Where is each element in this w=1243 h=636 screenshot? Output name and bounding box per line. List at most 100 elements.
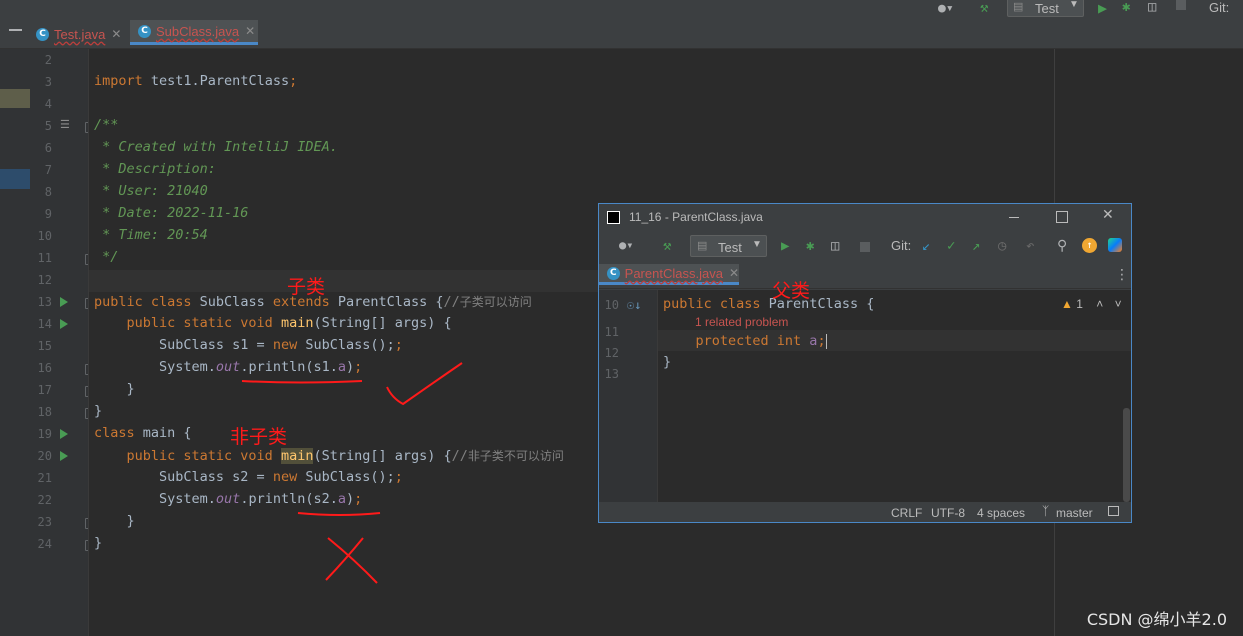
text-caret bbox=[825, 333, 827, 349]
parent-name: ParentClass { bbox=[329, 294, 444, 310]
tool-window-strip bbox=[0, 49, 30, 636]
close-icon[interactable]: ✕ bbox=[245, 24, 255, 38]
doc-comment-line: */ bbox=[94, 249, 119, 265]
doc-comment-line: /** bbox=[94, 117, 119, 133]
maximize-icon[interactable] bbox=[1056, 211, 1068, 223]
keyword: new bbox=[272, 469, 298, 485]
scrollbar[interactable] bbox=[1123, 408, 1130, 502]
tab-subclass-java[interactable]: C SubClass.java ✕ bbox=[130, 20, 258, 45]
git-update-icon[interactable]: ↙ bbox=[922, 238, 930, 254]
java-class-icon: C bbox=[138, 24, 151, 38]
chevron-down-icon: ▼ bbox=[752, 239, 762, 250]
strip-selection bbox=[0, 169, 30, 189]
annotation-subclass: 子类 bbox=[287, 276, 326, 298]
code-line: protected int a; bbox=[663, 333, 827, 349]
minimize-icon[interactable] bbox=[1009, 217, 1019, 218]
keyword: protected int bbox=[663, 333, 802, 349]
main-toolbar: ●▾ ⚒ ▤ Test ▼ ▶ ✱ ◫ Git: bbox=[0, 0, 1243, 20]
doc-render-icon[interactable]: ☰ bbox=[60, 118, 70, 131]
doc-comment-line: * Date: 2022-11-16 bbox=[94, 205, 249, 221]
line-number: 4 bbox=[44, 97, 52, 111]
run-gutter-icon[interactable] bbox=[60, 451, 68, 461]
problems-indicator[interactable]: ▲ 1 ˄ ˅ bbox=[1061, 297, 1122, 311]
semicolon: ; bbox=[394, 337, 403, 353]
update-icon[interactable]: ↑ bbox=[1082, 238, 1097, 253]
line-number: 8 bbox=[44, 185, 52, 199]
git-commit-icon[interactable]: ✓ bbox=[947, 238, 955, 254]
line-number: 10 bbox=[37, 229, 52, 243]
run-config-select[interactable]: ▤ Test ▼ bbox=[690, 235, 767, 257]
method-args: (String[] args) { bbox=[313, 315, 452, 331]
coverage-icon[interactable]: ◫ bbox=[1148, 0, 1156, 15]
code-line: SubClass s2 = new SubClass();; bbox=[94, 469, 403, 485]
window-code-editor[interactable]: public class ParentClass { 1 related pro… bbox=[658, 290, 1131, 502]
tab-parentclass-java[interactable]: C ParentClass.java ✕ bbox=[599, 264, 739, 285]
tab-list-icon[interactable] bbox=[9, 29, 22, 31]
lock-icon[interactable] bbox=[1108, 506, 1119, 516]
chevron-down-icon: ▼ bbox=[1069, 0, 1079, 10]
editor-gutter: 2 3 4 5 ☰ 6 7 8 9 10 11 12 13 14 15 16 17 18 19 20 21 22 23 24 bbox=[30, 49, 95, 636]
stop-icon[interactable] bbox=[1176, 0, 1186, 10]
code-text: .println( bbox=[240, 359, 314, 375]
run-config-icon: ▤ bbox=[697, 240, 708, 252]
user-icon[interactable]: ●▾ bbox=[938, 1, 954, 16]
build-hammer-icon[interactable]: ⚒ bbox=[663, 238, 671, 254]
related-problem[interactable]: 1 related problem bbox=[695, 315, 788, 329]
run-config-icon: ▤ bbox=[1013, 1, 1024, 13]
window-title-bar[interactable]: 11_16 - ParentClass.java ✕ bbox=[599, 204, 1131, 230]
close-icon[interactable]: ✕ bbox=[111, 27, 121, 41]
user-icon[interactable]: ●▾ bbox=[619, 238, 633, 252]
git-branch[interactable]: master bbox=[1056, 506, 1093, 520]
static-field: out bbox=[215, 491, 241, 507]
doc-comment-line: * Time: 20:54 bbox=[94, 227, 208, 243]
line-separator[interactable]: CRLF bbox=[891, 506, 922, 520]
search-icon[interactable]: ⚲ bbox=[1057, 238, 1067, 254]
line-number: 13 bbox=[604, 367, 619, 381]
parentclass-window[interactable]: 11_16 - ParentClass.java ✕ ●▾ ⚒ ▤ Test ▼… bbox=[598, 203, 1132, 523]
run-icon[interactable]: ▶ bbox=[781, 238, 789, 254]
encoding[interactable]: UTF-8 bbox=[931, 506, 965, 520]
window-title: 11_16 - ParentClass.java bbox=[629, 210, 763, 224]
status-bar: CRLF UTF-8 4 spaces ᛉ master bbox=[599, 502, 1131, 522]
code-line: } bbox=[94, 513, 135, 529]
chevron-down-icon[interactable]: ˅ bbox=[1115, 297, 1122, 311]
git-push-icon[interactable]: ↗ bbox=[972, 238, 980, 254]
run-config-select[interactable]: ▤ Test ▼ bbox=[1007, 0, 1084, 17]
code-line: System.out.println(s1.a); bbox=[94, 359, 362, 375]
run-gutter-icon[interactable] bbox=[60, 297, 68, 307]
line-number: 18 bbox=[37, 405, 52, 419]
jetbrains-toolbox-icon[interactable] bbox=[1108, 238, 1122, 252]
debug-icon[interactable]: ✱ bbox=[1122, 0, 1130, 15]
stop-icon[interactable] bbox=[860, 242, 870, 252]
coverage-icon[interactable]: ◫ bbox=[831, 238, 839, 254]
window-gutter: ☉↓ 10 11 12 13 bbox=[599, 290, 657, 502]
line-number: 11 bbox=[604, 325, 619, 339]
run-gutter-icon[interactable] bbox=[60, 319, 68, 329]
close-icon[interactable]: ✕ bbox=[729, 266, 739, 280]
code-text: s2. bbox=[313, 491, 338, 507]
run-icon[interactable]: ▶ bbox=[1098, 0, 1107, 17]
code-text: SubClass(); bbox=[297, 337, 395, 353]
rollback-icon[interactable]: ↶ bbox=[1026, 238, 1034, 254]
run-config-label: Test bbox=[718, 240, 742, 255]
chevron-up-icon[interactable]: ˄ bbox=[1096, 297, 1103, 311]
run-gutter-icon[interactable] bbox=[60, 429, 68, 439]
close-window-icon[interactable]: ✕ bbox=[1102, 207, 1114, 223]
indent-setting[interactable]: 4 spaces bbox=[977, 506, 1025, 520]
comment-text: 子类可以访问 bbox=[459, 295, 532, 309]
implemented-icon[interactable]: ☉↓ bbox=[627, 298, 641, 312]
doc-comment-line: * Created with IntelliJ IDEA. bbox=[94, 139, 338, 155]
history-icon[interactable]: ◷ bbox=[998, 238, 1006, 254]
debug-icon[interactable]: ✱ bbox=[806, 238, 814, 254]
semicolon: ; bbox=[394, 469, 403, 485]
more-options-icon[interactable]: ⋮ bbox=[1115, 267, 1129, 283]
tab-label: ParentClass.java bbox=[624, 265, 723, 281]
tab-test-java[interactable]: C Test.java ✕ bbox=[36, 20, 128, 48]
build-hammer-icon[interactable]: ⚒ bbox=[980, 0, 988, 16]
method-args: (String[] args) { bbox=[313, 448, 452, 464]
intellij-logo-icon bbox=[607, 211, 620, 224]
static-field: out bbox=[215, 359, 241, 375]
line-number: 20 bbox=[37, 449, 52, 463]
line-number: 3 bbox=[44, 75, 52, 89]
comment: //子类可以访问 bbox=[444, 294, 532, 310]
